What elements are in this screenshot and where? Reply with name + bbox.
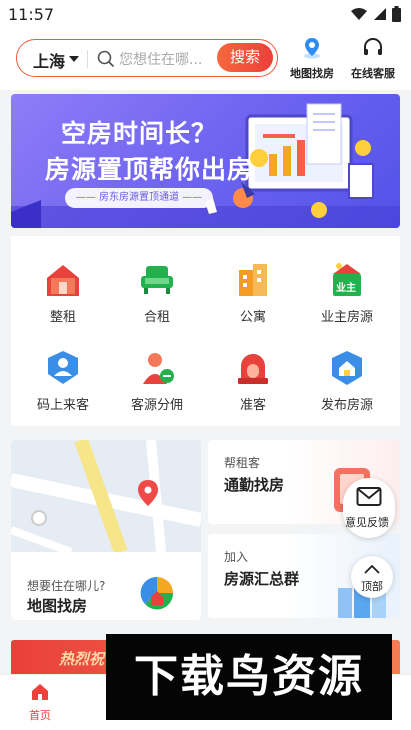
app-screen: 11:57 上海 您想住在哪... 搜索 地图找房 在线客服 空房时间长？ 房源… bbox=[0, 0, 411, 730]
wifi-icon bbox=[351, 8, 367, 20]
feedback-label: 意见反馈 bbox=[345, 516, 389, 529]
grid-item-label: 公寓 bbox=[239, 310, 266, 325]
owner-badge-icon: 业主 bbox=[327, 260, 367, 300]
chevron-down-icon[interactable] bbox=[69, 56, 79, 62]
sofa-icon bbox=[137, 260, 177, 300]
banner-subheadline: 房源置顶帮你出房 bbox=[45, 155, 254, 184]
publish-house-icon bbox=[327, 348, 367, 388]
group-card-subtitle: 加入 bbox=[224, 550, 249, 564]
online-service-button[interactable]: 在线客服 bbox=[348, 37, 398, 81]
grid-item-label: 合租 bbox=[143, 310, 170, 325]
status-icons bbox=[350, 6, 401, 22]
agent-coin-icon bbox=[137, 348, 177, 388]
qr-person-icon bbox=[43, 348, 83, 388]
grid-item-shared-rent[interactable]: 合租 bbox=[117, 260, 197, 325]
home-icon bbox=[32, 684, 48, 700]
house-icon bbox=[43, 260, 83, 300]
online-service-label: 在线客服 bbox=[351, 67, 395, 80]
search-input[interactable]: 您想住在哪... bbox=[119, 49, 217, 69]
promo-banner[interactable]: 空房时间长？ 房源置顶帮你出房 —— 房东房源置顶通道 —— bbox=[11, 94, 400, 228]
search-bar: 上海 您想住在哪... 搜索 bbox=[16, 39, 278, 77]
top-header: 上海 您想住在哪... 搜索 地图找房 在线客服 bbox=[0, 30, 411, 90]
owner-badge-text: 业主 bbox=[336, 283, 356, 294]
grid-item-apartment[interactable]: 公寓 bbox=[213, 260, 293, 325]
nav-home[interactable]: 首页 bbox=[20, 683, 60, 723]
status-time: 11:57 bbox=[8, 5, 55, 24]
watermark-overlay: 下载鸟资源 bbox=[106, 634, 392, 720]
search-divider bbox=[87, 50, 88, 68]
back-to-top-button[interactable]: 顶部 bbox=[351, 556, 393, 598]
promo-text: 热烈祝 bbox=[59, 650, 105, 668]
grid-item-prospects[interactable]: 准客 bbox=[213, 348, 293, 413]
banner-cta-pill[interactable]: —— 房东房源置顶通道 —— bbox=[65, 188, 213, 208]
map-search-label: 地图找房 bbox=[290, 67, 334, 80]
group-card-title: 房源汇总群 bbox=[224, 570, 300, 588]
alarm-light-icon bbox=[233, 348, 273, 388]
grid-item-owner-listings[interactable]: 业主 业主房源 bbox=[307, 260, 387, 325]
grid-item-label: 客源分佣 bbox=[130, 398, 183, 413]
grid-item-qr-clients[interactable]: 码上来客 bbox=[23, 348, 103, 413]
mail-icon bbox=[356, 487, 382, 506]
pie-house-icon bbox=[140, 576, 174, 610]
banner-headline: 空房时间长？ bbox=[61, 119, 218, 148]
back-to-top-label: 顶部 bbox=[361, 580, 383, 593]
battery-icon bbox=[392, 6, 401, 22]
grid-item-label: 准客 bbox=[239, 398, 266, 413]
grid-item-label: 业主房源 bbox=[320, 310, 373, 325]
quick-actions-grid: 整租 合租 公寓 业主 业主房源 码上来客 客源分佣 准客 发布房源 bbox=[11, 236, 400, 426]
search-button[interactable]: 搜索 bbox=[217, 43, 273, 72]
search-icon bbox=[97, 50, 115, 68]
signal-icon bbox=[374, 8, 386, 20]
grid-item-label: 整租 bbox=[49, 310, 76, 325]
map-pin-icon bbox=[304, 38, 320, 59]
commute-card-title: 通勤找房 bbox=[224, 476, 285, 494]
headset-icon bbox=[364, 38, 382, 55]
grid-item-label: 码上来客 bbox=[36, 398, 89, 413]
map-search-button[interactable]: 地图找房 bbox=[287, 37, 337, 81]
grid-item-client-commission[interactable]: 客源分佣 bbox=[117, 348, 197, 413]
building-icon bbox=[233, 260, 273, 300]
map-search-card[interactable]: 想要住在哪儿? 地图找房 bbox=[11, 440, 201, 620]
nav-home-label: 首页 bbox=[29, 709, 51, 722]
map-card-subtitle: 想要住在哪儿? bbox=[27, 579, 106, 593]
commute-card-subtitle: 帮租客 bbox=[224, 456, 261, 470]
feedback-button[interactable]: 意见反馈 bbox=[343, 478, 395, 538]
banner-section: 空房时间长？ 房源置顶帮你出房 —— 房东房源置顶通道 —— bbox=[0, 90, 411, 232]
map-illustration bbox=[11, 440, 201, 552]
city-selector[interactable]: 上海 bbox=[33, 48, 65, 72]
grid-item-label: 发布房源 bbox=[320, 398, 373, 413]
grid-item-publish-listing[interactable]: 发布房源 bbox=[307, 348, 387, 413]
chevron-up-icon bbox=[364, 564, 380, 574]
grid-item-whole-rent[interactable]: 整租 bbox=[23, 260, 103, 325]
status-bar: 11:57 bbox=[0, 0, 411, 30]
map-card-title: 地图找房 bbox=[27, 597, 88, 615]
